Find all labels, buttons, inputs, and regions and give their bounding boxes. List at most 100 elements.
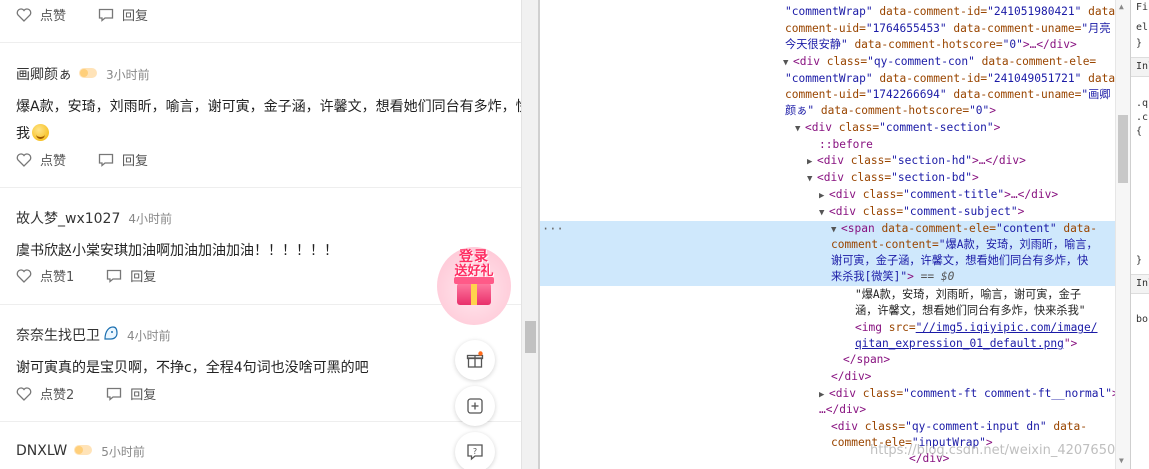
comment-item: DNXLW 5小时前	[16, 441, 521, 461]
collapse-triangle-icon[interactable]: ▼	[819, 205, 829, 221]
dom-node-qy-comment-con[interactable]: ▼ <div class="qy-comment-con" data-commen…	[540, 54, 1115, 71]
gift-box-icon	[454, 277, 494, 305]
expand-triangle-icon[interactable]: ▶	[807, 154, 817, 170]
login-gift-promo[interactable]: 登录 送好礼	[437, 247, 511, 325]
collapse-triangle-icon[interactable]: ▼	[807, 171, 817, 187]
reply-button[interactable]: 回复	[106, 384, 156, 403]
like-label: 点赞	[40, 9, 67, 24]
dom-line[interactable]: "commentWrap" data-comment-id="241049051…	[540, 71, 1115, 88]
add-comment-button[interactable]	[455, 386, 495, 426]
comment-actions: 点赞2 回复	[16, 384, 188, 403]
level-badge-icon	[73, 442, 93, 461]
dom-line[interactable]: 谢可寅，金子涵，许馨文，想看她们同台有多炸，快	[540, 253, 1115, 270]
comment-time: 3小时前	[106, 67, 150, 82]
gift-button[interactable]	[455, 340, 495, 380]
dom-line[interactable]: comment-uid="1764655453" data-comment-un…	[540, 21, 1115, 38]
like-button[interactable]: 点赞	[16, 5, 66, 24]
dom-line[interactable]: qitan_expression_01_default.png">	[540, 336, 1115, 353]
inherited-header: Inl	[1136, 61, 1149, 72]
feedback-icon: ?	[467, 444, 483, 461]
expand-triangle-icon[interactable]: ▶	[819, 188, 829, 204]
comment-bubble-icon	[98, 8, 114, 22]
comment-time: 5小时前	[101, 444, 145, 459]
like-label: 点赞1	[40, 270, 75, 285]
dom-node-qy-comment-input[interactable]: <div class="qy-comment-input dn" data-	[540, 419, 1115, 436]
reply-label: 回复	[130, 388, 157, 403]
dom-node-comment-ft[interactable]: ▶ <div class="comment-ft comment-ft__norm…	[540, 386, 1115, 403]
reply-button[interactable]: 回复	[98, 5, 148, 24]
feedback-button[interactable]: ?	[455, 432, 495, 469]
dom-text-node[interactable]: 涵，许馨文，想看她们同台有多炸，快来杀我"	[540, 303, 1115, 320]
dom-line[interactable]: "commentWrap" data-comment-id="241051980…	[540, 4, 1115, 21]
gift-icon	[466, 351, 484, 368]
username[interactable]: 奈奈生找巴卫	[16, 325, 100, 345]
comment-actions: 点赞 回复	[16, 5, 180, 24]
dom-node-comment-title[interactable]: ▶ <div class="comment-title">…</div>	[540, 187, 1115, 204]
dom-node-section-hd[interactable]: ▶ <div class="section-hd">…</div>	[540, 153, 1115, 170]
divider	[0, 187, 521, 188]
comment-bubble-icon	[107, 269, 122, 283]
comment-item: 画卿颜ぁ 3小时前 爆A款，安琦，刘雨昕，喻言，谢可寅，金子涵，许馨文，想看她们…	[16, 64, 521, 149]
dom-line[interactable]: 颜ぁ" data-comment-hotscore="0">	[540, 103, 1115, 120]
heart-outline-icon	[16, 7, 32, 22]
styles-filter[interactable]: Fi	[1136, 2, 1148, 13]
like-button[interactable]: 点赞2	[16, 384, 74, 403]
username[interactable]: 故人梦_wx1027	[16, 208, 120, 228]
comment-time: 4小时前	[128, 211, 173, 226]
level-badge-icon	[78, 65, 98, 84]
like-button[interactable]: 点赞	[16, 150, 66, 169]
dom-node-section-bd[interactable]: ▼ <div class="section-bd">	[540, 170, 1115, 187]
reply-button[interactable]: 回复	[106, 266, 156, 285]
comment-actions: 点赞 回复	[16, 150, 180, 169]
heart-outline-icon	[16, 268, 32, 283]
collapse-triangle-icon[interactable]: ▼	[795, 121, 805, 137]
dom-line[interactable]: comment-uid="1742266694" data-comment-un…	[540, 87, 1115, 104]
dom-close-tag[interactable]: </div>	[540, 369, 1115, 386]
devtools-elements-panel: ··· "commentWrap" data-comment-id="24105…	[540, 0, 1130, 469]
page-scrollbar-thumb[interactable]	[525, 321, 536, 353]
dom-text-node[interactable]: "爆A款，安琦，刘雨昕，喻言，谢可寅，金子	[540, 287, 1115, 304]
dom-node-comment-subject[interactable]: ▼ <div class="comment-subject">	[540, 204, 1115, 221]
username[interactable]: 画卿颜ぁ	[16, 64, 72, 84]
comment-text: 爆A款，安琦，刘雨昕，喻言，谢可寅，金子涵，许馨文，想看她们同台有多炸，快来杀	[16, 99, 521, 115]
like-label: 点赞2	[40, 388, 75, 403]
dom-close-tag[interactable]: </span>	[540, 352, 1115, 369]
scroll-up-arrow-icon[interactable]: ▲	[1119, 2, 1124, 11]
comment-time: 4小时前	[127, 328, 171, 343]
dom-line[interactable]: 来杀我[微笑]"> == $0	[540, 269, 1115, 286]
dom-node-comment-section[interactable]: ▼ <div class="comment-section">	[540, 120, 1115, 137]
comment-item: 奈奈生找巴卫 4小时前 谢可寅真的是宝贝啊，不挣c，全程4句词也没啥可黑的吧	[16, 325, 521, 383]
reply-label: 回复	[122, 9, 149, 24]
page-scrollbar[interactable]	[521, 0, 538, 469]
elements-scrollbar-thumb[interactable]	[1118, 115, 1128, 183]
watermark: https://blog.csdn.net/weixin_42076509	[870, 443, 1124, 458]
dom-node-before[interactable]: ::before	[540, 137, 1115, 154]
smile-emoji-icon	[32, 124, 49, 141]
collapse-triangle-icon[interactable]: ▼	[831, 222, 841, 238]
comment-text: 虞书欣赵小棠安琪加油啊加油加油加油！！！！！！	[16, 243, 338, 259]
avatar-badge-icon	[103, 325, 119, 345]
dom-line[interactable]: 今天很安静" data-comment-hotscore="0">…</div>	[540, 37, 1115, 54]
scroll-down-arrow-icon[interactable]: ▼	[1119, 456, 1124, 465]
reply-label: 回复	[130, 270, 157, 285]
svg-text:?: ?	[473, 447, 477, 456]
elements-scrollbar[interactable]: ▲ ▼	[1115, 0, 1130, 469]
collapse-triangle-icon[interactable]: ▼	[783, 55, 793, 71]
promo-line1: 登录	[459, 249, 489, 265]
divider	[0, 42, 521, 43]
add-square-icon	[467, 398, 483, 414]
comment-bubble-icon	[98, 153, 114, 167]
username[interactable]: DNXLW	[16, 443, 67, 459]
dom-line[interactable]: …</div>	[540, 402, 1115, 419]
inherited-header: Inl	[1136, 278, 1149, 289]
styles-pane: Fi el } Inl .q .c { } Inl bo	[1130, 0, 1149, 469]
heart-outline-icon	[16, 386, 32, 401]
dom-node-img[interactable]: <img src="//img5.iqiyipic.com/image/	[540, 320, 1115, 337]
reply-button[interactable]: 回复	[98, 150, 148, 169]
dom-node-span-content-selected[interactable]: ▼ <span data-comment-ele="content" data-	[540, 221, 1115, 238]
comment-bubble-icon	[107, 387, 122, 401]
reply-label: 回复	[122, 154, 149, 169]
expand-triangle-icon[interactable]: ▶	[819, 387, 829, 403]
dom-line[interactable]: comment-content="爆A款，安琦，刘雨昕，喻言，	[540, 237, 1115, 254]
like-button[interactable]: 点赞1	[16, 266, 74, 285]
